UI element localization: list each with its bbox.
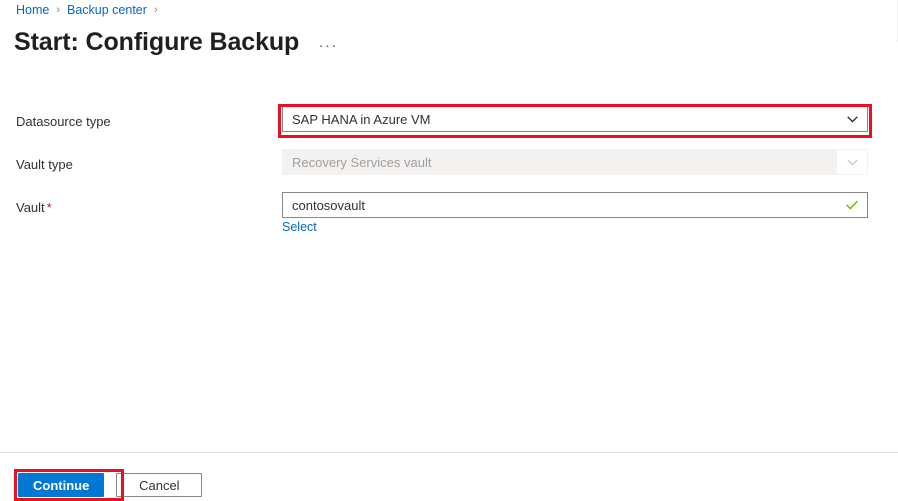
continue-button[interactable]: Continue [18,473,105,497]
datasource-type-value: SAP HANA in Azure VM [292,111,431,127]
breadcrumb-item-home[interactable]: Home [16,3,49,17]
vault-control: contosovault [282,192,868,218]
page-header: Start: Configure Backup ··· [14,26,341,58]
vault-label: Vault * [16,200,52,216]
cancel-button[interactable]: Cancel [116,473,203,497]
form-row-vault-type: Vault type Recovery Services vault [0,149,898,192]
chevron-down-icon [837,113,867,126]
breadcrumb-separator-icon: › [153,3,158,16]
vault-value[interactable]: contosovault [283,198,837,213]
footer-divider [0,452,898,453]
vault-type-dropdown: Recovery Services vault [282,149,868,175]
checkmark-icon [837,198,867,212]
vault-input-box[interactable]: contosovault [282,192,868,218]
configure-backup-form: Datasource type SAP HANA in Azure VM Vau… [0,106,898,235]
vault-select-link[interactable]: Select [282,219,317,235]
breadcrumb-separator-icon: › [56,3,61,16]
datasource-type-label: Datasource type [16,114,111,129]
vault-label-text: Vault [16,200,45,215]
form-row-vault: Vault * contosovault [0,192,898,235]
vault-type-control: Recovery Services vault [282,149,868,175]
vault-type-value: Recovery Services vault [292,154,432,170]
chevron-down-icon [837,150,867,174]
datasource-type-control: SAP HANA in Azure VM [282,106,868,132]
form-row-datasource-type: Datasource type SAP HANA in Azure VM [0,106,898,149]
page-title: Start: Configure Backup [14,28,300,56]
footer-actions: Continue Cancel [18,473,203,497]
datasource-type-dropdown[interactable]: SAP HANA in Azure VM [282,106,868,132]
breadcrumb: Home › Backup center › [16,0,165,20]
more-options-icon[interactable]: ··· [315,34,341,56]
vault-type-label: Vault type [16,157,73,172]
breadcrumb-item-backup-center[interactable]: Backup center [67,3,147,17]
required-marker: * [46,200,52,215]
